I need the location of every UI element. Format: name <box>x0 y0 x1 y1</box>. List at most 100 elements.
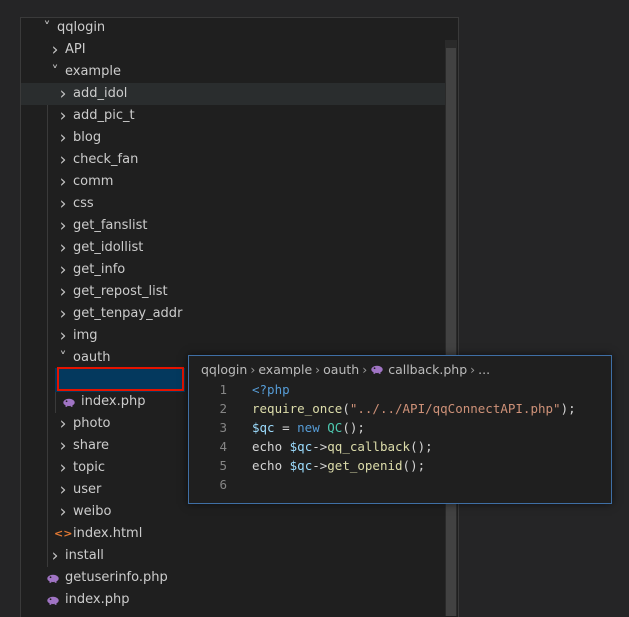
tree-item-folder[interactable]: › add_idol <box>21 83 445 105</box>
breadcrumb-separator-icon: › <box>470 362 476 377</box>
tree-item-label: API <box>65 42 86 57</box>
code-token: -> <box>312 458 328 473</box>
breadcrumb: qqlogin › example › oauth › callback.php ›... <box>201 361 490 379</box>
code-text: require_once("../../API/qqConnectAPI.php… <box>252 399 576 418</box>
breadcrumb-item[interactable]: example <box>258 362 312 377</box>
chevron-down-icon[interactable]: ˅ <box>41 17 53 39</box>
chevron-right-icon[interactable]: › <box>57 281 69 303</box>
code-token: require_once <box>252 401 343 416</box>
chevron-right-icon[interactable]: › <box>57 171 69 193</box>
tree-item-folder[interactable]: › comm <box>21 171 445 193</box>
chevron-right-icon[interactable]: › <box>57 259 69 281</box>
tree-item-example[interactable]: ˅ example <box>21 61 445 83</box>
tree-item-folder[interactable]: › check_fan <box>21 149 445 171</box>
code-token: ( <box>342 401 350 416</box>
chevron-right-icon[interactable]: › <box>57 83 69 105</box>
code-text: echo $qc->get_openid(); <box>252 456 425 475</box>
chevron-right-icon[interactable]: › <box>57 413 69 435</box>
chevron-right-icon[interactable]: › <box>57 303 69 325</box>
tree-item-label: comm <box>73 174 114 189</box>
code-token: QC <box>327 420 343 435</box>
chevron-right-icon[interactable]: › <box>49 545 61 567</box>
chevron-right-icon[interactable]: › <box>57 237 69 259</box>
code-line: 4 echo $qc->qq_callback(); <box>189 437 611 456</box>
tree-item-label: get_tenpay_addr <box>73 306 183 321</box>
tree-item-label: user <box>73 482 102 497</box>
chevron-right-icon[interactable]: › <box>57 457 69 479</box>
breadcrumb-item[interactable]: oauth <box>323 362 359 377</box>
tree-item-label: share <box>73 438 110 453</box>
code-token: qq_callback <box>327 439 411 454</box>
tree-item-folder[interactable]: › get_idollist <box>21 237 445 259</box>
tree-item-label: getuserinfo.php <box>65 570 168 585</box>
breadcrumb-separator-icon: › <box>315 362 321 377</box>
code-token: $qc <box>289 439 313 454</box>
code-text: echo $qc->qq_callback(); <box>252 437 433 456</box>
tree-item-label: get_idollist <box>73 240 144 255</box>
tree-item-api[interactable]: › API <box>21 39 445 61</box>
chevron-right-icon[interactable]: › <box>57 325 69 347</box>
tree-item-label: index.php <box>81 394 146 409</box>
tree-item-folder[interactable]: › get_info <box>21 259 445 281</box>
tree-item-label: add_pic_t <box>73 108 135 123</box>
tree-item-index-php[interactable]: index.php <box>21 589 445 611</box>
chevron-right-icon[interactable]: › <box>57 479 69 501</box>
code-token: <?php <box>252 382 290 397</box>
php-elephant-icon <box>46 571 60 585</box>
code-token: get_openid <box>327 458 403 473</box>
tree-item-label: index.php <box>65 592 130 607</box>
chevron-right-icon[interactable]: › <box>49 39 61 61</box>
code-token: new <box>297 420 320 435</box>
breadcrumb-item[interactable]: callback.php <box>388 362 467 377</box>
line-number: 6 <box>219 477 227 492</box>
scrollbar-thumb[interactable] <box>446 48 456 616</box>
tree-item-folder[interactable]: › get_repost_list <box>21 281 445 303</box>
tree-item-index-html[interactable]: <> index.html <box>21 523 445 545</box>
tree-item-label: example <box>65 64 121 79</box>
tree-item-qqlogin[interactable]: ˅ qqlogin <box>21 17 445 39</box>
code-token: $qc <box>252 420 275 435</box>
code-line: 2 require_once("../../API/qqConnectAPI.ph… <box>189 399 611 418</box>
code-token: = <box>274 420 298 435</box>
breadcrumb-separator-icon: › <box>362 362 368 377</box>
breadcrumb-item[interactable]: qqlogin <box>201 362 247 377</box>
code-line: 1 <?php <box>189 380 611 399</box>
selected-row-outline <box>57 367 184 391</box>
tree-item-label: get_repost_list <box>73 284 168 299</box>
tree-item-label: get_info <box>73 262 126 277</box>
chevron-down-icon[interactable]: ˅ <box>57 347 69 369</box>
tree-item-label: photo <box>73 416 111 431</box>
tree-item-label: get_fanslist <box>73 218 148 233</box>
tree-item-label: css <box>73 196 94 211</box>
tree-item-label: qqlogin <box>57 20 106 35</box>
code-line: 3 $qc = new QC(); <box>189 418 611 437</box>
chevron-right-icon[interactable]: › <box>57 215 69 237</box>
tree-item-folder[interactable]: › get_fanslist <box>21 215 445 237</box>
tree-item-folder[interactable]: › add_pic_t <box>21 105 445 127</box>
chevron-right-icon[interactable]: › <box>57 435 69 457</box>
chevron-down-icon[interactable]: ˅ <box>49 61 61 83</box>
breadcrumb-item[interactable]: ... <box>478 362 490 377</box>
breadcrumb-separator-icon: › <box>250 362 256 377</box>
chevron-right-icon[interactable]: › <box>57 149 69 171</box>
line-number: 2 <box>219 401 227 416</box>
line-number: 5 <box>219 458 227 473</box>
tree-item-getuserinfo-php[interactable]: getuserinfo.php <box>21 567 445 589</box>
code-token: echo <box>252 458 290 473</box>
code-token: "../../API/qqConnectAPI.php" <box>349 401 561 416</box>
tree-item-folder[interactable]: › weibo <box>21 501 445 523</box>
code-token: (); <box>410 439 433 454</box>
chevron-right-icon[interactable]: › <box>57 105 69 127</box>
chevron-right-icon[interactable]: › <box>57 501 69 523</box>
tree-item-label: topic <box>73 460 106 475</box>
tree-item-folder[interactable]: › css <box>21 193 445 215</box>
code-text: $qc = new QC(); <box>252 418 365 437</box>
chevron-right-icon[interactable]: › <box>57 127 69 149</box>
code-token: -> <box>312 439 328 454</box>
tree-item-label: oauth <box>73 350 111 365</box>
tree-item-install[interactable]: › install <box>21 545 445 567</box>
tree-item-folder[interactable]: › img <box>21 325 445 347</box>
tree-item-folder[interactable]: › get_tenpay_addr <box>21 303 445 325</box>
chevron-right-icon[interactable]: › <box>57 193 69 215</box>
tree-item-folder[interactable]: › blog <box>21 127 445 149</box>
